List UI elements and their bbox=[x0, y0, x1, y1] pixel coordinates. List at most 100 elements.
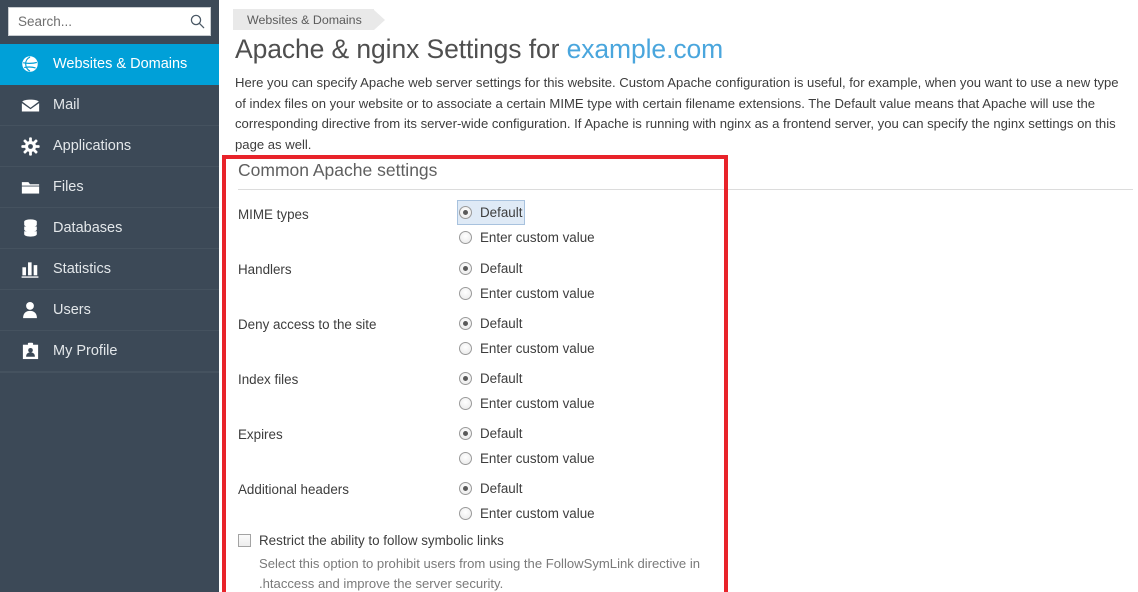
setting-label: Index files bbox=[238, 372, 299, 387]
sidebar-item-label: Files bbox=[53, 178, 84, 195]
setting-row: Expires Default Enter custom value bbox=[238, 421, 738, 476]
radio-icon[interactable] bbox=[459, 507, 472, 520]
sidebar-item-users[interactable]: Users bbox=[0, 290, 219, 331]
radio-icon[interactable] bbox=[459, 427, 472, 440]
sidebar-item-files[interactable]: Files bbox=[0, 167, 219, 208]
page-title: Apache & nginx Settings for example.com bbox=[235, 34, 723, 65]
search-input[interactable] bbox=[18, 14, 186, 29]
bar-chart-icon bbox=[18, 258, 42, 280]
radio-option-custom[interactable]: Enter custom value bbox=[457, 391, 598, 416]
radio-label: Enter custom value bbox=[480, 340, 595, 356]
radio-icon[interactable] bbox=[459, 262, 472, 275]
panel-divider bbox=[238, 189, 1133, 190]
search-icon[interactable] bbox=[186, 14, 208, 29]
setting-row: Additional headers Default Enter custom … bbox=[238, 476, 738, 531]
sidebar-item-databases[interactable]: Databases bbox=[0, 208, 219, 249]
setting-label: Expires bbox=[238, 427, 283, 442]
radio-icon[interactable] bbox=[459, 206, 472, 219]
sidebar-item-applications[interactable]: Applications bbox=[0, 126, 219, 167]
sidebar-item-statistics[interactable]: Statistics bbox=[0, 249, 219, 290]
breadcrumb-item-websites-domains[interactable]: Websites & Domains bbox=[233, 9, 374, 30]
sidebar-item-my-profile[interactable]: My Profile bbox=[0, 331, 219, 372]
radio-option-custom[interactable]: Enter custom value bbox=[457, 501, 598, 526]
setting-row: Deny access to the site Default Enter cu… bbox=[238, 311, 738, 366]
setting-options: Default Enter custom value bbox=[459, 256, 598, 306]
folder-icon bbox=[18, 176, 42, 198]
radio-option-default[interactable]: Default bbox=[457, 200, 526, 225]
sidebar-item-label: Websites & Domains bbox=[53, 55, 188, 72]
radio-icon[interactable] bbox=[459, 231, 472, 244]
breadcrumb-arrow-icon bbox=[373, 9, 385, 30]
sidebar-item-label: Applications bbox=[53, 137, 132, 154]
setting-row: Index files Default Enter custom value bbox=[238, 366, 738, 421]
breadcrumb: Websites & Domains bbox=[233, 9, 385, 30]
setting-options: Default Enter custom value bbox=[459, 476, 598, 526]
radio-icon[interactable] bbox=[459, 317, 472, 330]
setting-label: Additional headers bbox=[238, 482, 349, 497]
radio-option-default[interactable]: Default bbox=[457, 366, 525, 391]
checkbox-hint: Select this option to prohibit users fro… bbox=[259, 556, 701, 592]
radio-icon[interactable] bbox=[459, 287, 472, 300]
sidebar-item-label: Statistics bbox=[53, 260, 112, 277]
radio-icon[interactable] bbox=[459, 372, 472, 385]
id-card-icon bbox=[18, 340, 42, 362]
radio-label: Default bbox=[480, 260, 523, 276]
sidebar-item-label: Users bbox=[53, 301, 91, 318]
setting-options: Default Enter custom value bbox=[457, 200, 598, 250]
sidebar-item-mail[interactable]: Mail bbox=[0, 85, 219, 126]
setting-row: MIME types Default Enter custom value bbox=[238, 200, 738, 256]
radio-option-custom[interactable]: Enter custom value bbox=[457, 446, 598, 471]
radio-label: Enter custom value bbox=[480, 505, 595, 521]
radio-option-default[interactable]: Default bbox=[457, 311, 525, 336]
database-icon bbox=[18, 217, 42, 239]
sidebar-item-websites-domains[interactable]: Websites & Domains bbox=[0, 44, 219, 85]
radio-label: Default bbox=[480, 425, 523, 441]
setting-label: MIME types bbox=[238, 207, 309, 222]
checkbox-label: Restrict the ability to follow symbolic … bbox=[259, 533, 504, 548]
apache-settings-form: MIME types Default Enter custom value Ha… bbox=[238, 200, 738, 592]
radio-label: Default bbox=[480, 315, 523, 331]
radio-icon[interactable] bbox=[459, 452, 472, 465]
breadcrumb-label: Websites & Domains bbox=[247, 12, 362, 27]
restrict-symlinks-block: Restrict the ability to follow symbolic … bbox=[238, 534, 738, 592]
page-title-domain-link[interactable]: example.com bbox=[567, 34, 724, 64]
radio-icon[interactable] bbox=[459, 342, 472, 355]
sidebar-item-label: Databases bbox=[53, 219, 123, 236]
sidebar: Websites & Domains Mail bbox=[0, 0, 219, 592]
restrict-symlinks-checkbox-row[interactable]: Restrict the ability to follow symbolic … bbox=[238, 534, 738, 547]
gear-icon bbox=[18, 135, 42, 157]
radio-option-custom[interactable]: Enter custom value bbox=[457, 281, 598, 306]
radio-label: Default bbox=[480, 370, 523, 386]
radio-option-default[interactable]: Default bbox=[457, 256, 525, 281]
user-icon bbox=[18, 299, 42, 321]
setting-options: Default Enter custom value bbox=[459, 366, 598, 416]
page-title-prefix: Apache & nginx Settings for bbox=[235, 34, 567, 64]
sidebar-item-label: My Profile bbox=[53, 342, 118, 359]
radio-option-custom[interactable]: Enter custom value bbox=[457, 336, 598, 361]
radio-icon[interactable] bbox=[459, 397, 472, 410]
setting-label: Deny access to the site bbox=[238, 317, 377, 332]
radio-option-default[interactable]: Default bbox=[457, 421, 525, 446]
radio-label: Default bbox=[480, 480, 523, 496]
radio-label: Enter custom value bbox=[480, 285, 595, 301]
envelope-icon bbox=[18, 94, 42, 116]
radio-label: Enter custom value bbox=[480, 229, 595, 245]
radio-label: Enter custom value bbox=[480, 450, 595, 466]
radio-label: Enter custom value bbox=[480, 395, 595, 411]
sidebar-divider bbox=[0, 372, 219, 373]
radio-icon[interactable] bbox=[459, 482, 472, 495]
radio-option-default[interactable]: Default bbox=[457, 476, 525, 501]
radio-label: Default bbox=[480, 204, 523, 220]
setting-options: Default Enter custom value bbox=[459, 421, 598, 471]
setting-row: Handlers Default Enter custom value bbox=[238, 256, 738, 311]
checkbox-icon[interactable] bbox=[238, 534, 251, 548]
page-description: Here you can specify Apache web server s… bbox=[235, 75, 1119, 152]
sidebar-item-label: Mail bbox=[53, 96, 80, 113]
search-box[interactable] bbox=[8, 7, 211, 36]
setting-label: Handlers bbox=[238, 262, 292, 277]
main-content: Websites & Domains Apache & nginx Settin… bbox=[219, 0, 1138, 592]
sidebar-nav: Websites & Domains Mail Applications Fil… bbox=[0, 44, 219, 372]
globe-icon bbox=[18, 53, 42, 75]
radio-option-custom[interactable]: Enter custom value bbox=[457, 225, 598, 250]
setting-options: Default Enter custom value bbox=[459, 311, 598, 361]
